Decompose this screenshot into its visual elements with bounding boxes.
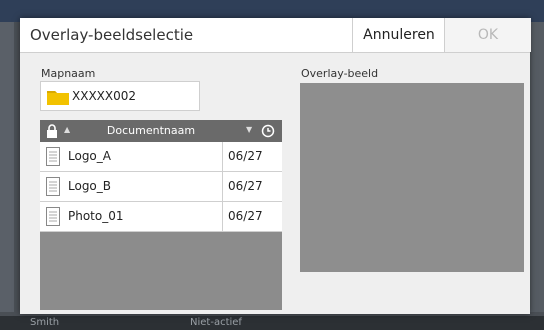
list-item[interactable]: Photo_01 06/27 [40, 202, 282, 232]
document-icon [46, 207, 60, 226]
status-state: Niet-actief [190, 317, 242, 328]
lock-icon[interactable] [46, 124, 58, 138]
folder-selector[interactable]: XXXXX002 [40, 81, 200, 111]
document-name: Logo_A [68, 149, 111, 163]
document-icon [46, 177, 60, 196]
dialog-header: Overlay-beeldselectie Annuleren OK [20, 18, 531, 53]
status-user: Smith [30, 317, 60, 328]
list-item[interactable]: Logo_A 06/27 [40, 142, 282, 172]
document-list: Logo_A 06/27 Logo_B 06/27 Photo_01 06/27 [40, 142, 282, 310]
folder-name: XXXXX002 [72, 89, 137, 103]
clock-icon[interactable] [261, 124, 275, 138]
preview-label: Overlay-beeld [301, 67, 379, 80]
document-date: 06/27 [228, 209, 263, 223]
document-date: 06/27 [228, 149, 263, 163]
background-right-panel [528, 22, 544, 312]
sort-descending-icon[interactable]: ▼ [246, 125, 252, 134]
dialog-title: Overlay-beeldselectie [30, 26, 194, 44]
document-name: Photo_01 [68, 209, 124, 223]
ok-button[interactable]: OK [444, 18, 531, 52]
column-divider [222, 202, 223, 232]
overlay-select-dialog: Overlay-beeldselectie Annuleren OK Mapna… [20, 18, 531, 314]
sort-ascending-icon[interactable]: ▲ [64, 125, 70, 134]
column-divider [222, 142, 223, 172]
overlay-preview [300, 83, 524, 272]
document-date: 06/27 [228, 179, 263, 193]
column-document-name[interactable]: Documentnaam [76, 124, 226, 137]
folder-icon [47, 91, 69, 105]
document-icon [46, 147, 60, 166]
cancel-button[interactable]: Annuleren [352, 18, 445, 52]
background-status-bar: Smith Niet-actief [0, 316, 544, 330]
list-item[interactable]: Logo_B 06/27 [40, 172, 282, 202]
background-sidebar [0, 22, 14, 312]
document-list-header: ▲ Documentnaam ▼ [40, 120, 282, 142]
folder-label: Mapnaam [41, 67, 96, 80]
column-divider [222, 172, 223, 202]
document-name: Logo_B [68, 179, 112, 193]
